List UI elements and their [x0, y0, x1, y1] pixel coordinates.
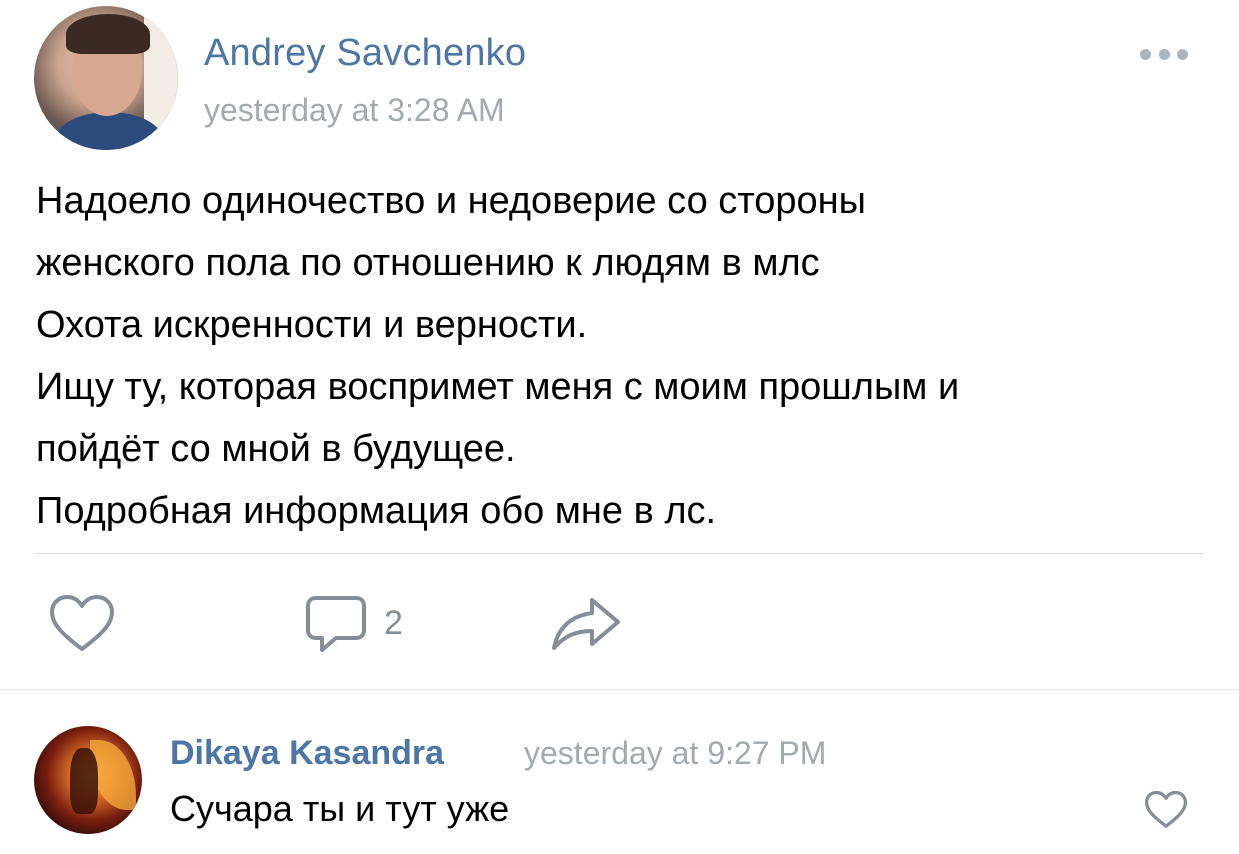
comment-button[interactable]: 2 [304, 594, 403, 661]
comment-like-button[interactable] [1144, 790, 1188, 835]
more-dots-icon [1158, 48, 1170, 60]
heart-icon [1144, 790, 1188, 828]
post-timestamp[interactable]: yesterday at 3:28 AM [204, 92, 505, 129]
avatar-figure [70, 748, 98, 814]
comment-text: Сучара ты и тут уже [170, 788, 510, 829]
more-dots-icon [1140, 48, 1151, 60]
post-text-line: пойдёт со мной в будущее. [36, 428, 516, 470]
like-button[interactable] [48, 594, 116, 659]
comment-bubble-icon [306, 596, 366, 652]
comment-item: Dikaya Kasandra yesterday at 9:27 PM Суч… [34, 722, 1204, 842]
avatar-hair [66, 14, 150, 54]
post-text-line: женского пола по отношению к людям в млс [36, 242, 820, 284]
post-header: Andrey Savchenko yesterday at 3:28 AM [34, 6, 1204, 156]
author-avatar[interactable] [34, 6, 178, 150]
comment-timestamp: yesterday at 9:27 PM [524, 735, 827, 771]
post-text-line: Ищу ту, которая воспримет меня с моим пр… [36, 366, 960, 408]
post-text-line: Охота искренности и верности. [36, 304, 588, 346]
post-text-line: Подробная информация обо мне в лс. [36, 490, 717, 532]
post-divider [34, 553, 1204, 554]
more-dots-icon [1177, 48, 1188, 60]
more-options-button[interactable] [1140, 44, 1188, 64]
share-arrow-icon [552, 598, 620, 650]
heart-icon [50, 595, 114, 651]
post-text: Надоело одиночество и недоверие со сторо… [36, 170, 1206, 542]
author-name[interactable]: Andrey Savchenko [204, 32, 526, 75]
section-divider [0, 689, 1239, 690]
commenter-name[interactable]: Dikaya Kasandra [170, 734, 444, 773]
comment-count: 2 [384, 604, 403, 642]
commenter-avatar[interactable] [34, 726, 142, 834]
share-button[interactable] [550, 594, 622, 659]
post-text-line: Надоело одиночество и недоверие со сторо… [36, 180, 866, 222]
